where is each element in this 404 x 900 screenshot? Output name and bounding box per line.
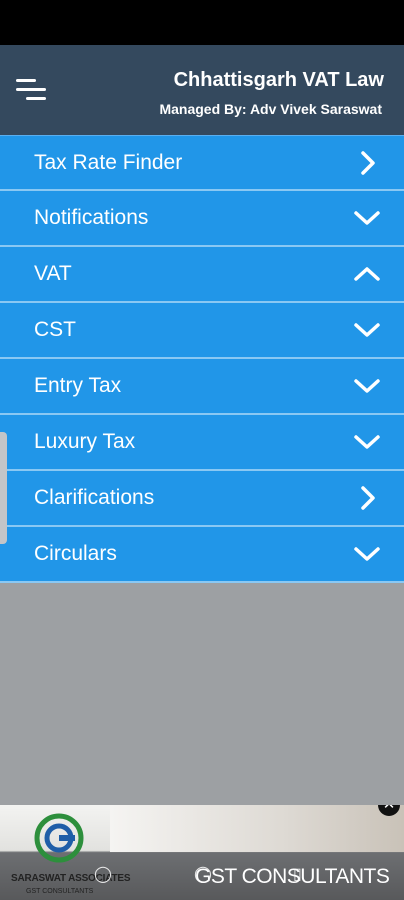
chevron-up-icon bbox=[352, 259, 382, 289]
chevron-down-icon bbox=[352, 539, 382, 569]
menu-item-label: Entry Tax bbox=[34, 374, 122, 397]
nav-recents-icon[interactable]: ◯ bbox=[94, 864, 112, 884]
ad-tagline-small: GST CONSULTANTS bbox=[26, 888, 94, 895]
menu-item-notifications[interactable]: Notifications bbox=[0, 191, 404, 247]
menu-item-clarifications[interactable]: Clarifications bbox=[0, 471, 404, 527]
menu-item-label: Notifications bbox=[34, 206, 149, 229]
chevron-down-icon bbox=[352, 427, 382, 457]
content-area: Tax Rate Finder Notifications VAT CST En bbox=[0, 135, 404, 805]
chevron-down-icon bbox=[352, 203, 382, 233]
chevron-right-icon bbox=[352, 148, 382, 178]
menu-item-label: Circulars bbox=[34, 542, 117, 565]
hamburger-icon[interactable] bbox=[10, 70, 52, 110]
menu-item-label: CST bbox=[34, 318, 76, 341]
menu-item-luxury-tax[interactable]: Luxury Tax bbox=[0, 415, 404, 471]
menu-item-label: Luxury Tax bbox=[34, 430, 136, 453]
menu-item-vat[interactable]: VAT bbox=[0, 247, 404, 303]
menu-item-label: VAT bbox=[34, 262, 72, 285]
nav-back-icon[interactable]: ▯ bbox=[293, 864, 302, 884]
app-subtitle: Managed By: Adv Vivek Saraswat bbox=[159, 101, 382, 117]
ad-logo bbox=[30, 808, 88, 870]
app-header: Chhattisgarh VAT Law Managed By: Adv Viv… bbox=[0, 45, 404, 135]
menu-item-tax-rate-finder[interactable]: Tax Rate Finder bbox=[0, 135, 404, 191]
chevron-down-icon bbox=[352, 315, 382, 345]
menu-item-label: Clarifications bbox=[34, 486, 155, 509]
menu-item-circulars[interactable]: Circulars bbox=[0, 527, 404, 583]
chevron-down-icon bbox=[352, 371, 382, 401]
menu-item-cst[interactable]: CST bbox=[0, 303, 404, 359]
ad-brand: SARASWAT ASSOCIATES bbox=[11, 873, 131, 884]
ad-banner[interactable]: SARASWAT ASSOCIATES GST CONSULTANTS GST … bbox=[0, 805, 404, 900]
status-bar bbox=[0, 0, 404, 45]
menu-item-entry-tax[interactable]: Entry Tax bbox=[0, 359, 404, 415]
side-drawer-handle[interactable] bbox=[0, 432, 7, 544]
chevron-right-icon bbox=[352, 483, 382, 513]
ad-photo bbox=[110, 805, 404, 852]
app-title: Chhattisgarh VAT Law bbox=[173, 69, 384, 91]
nav-home-icon[interactable]: ◯ bbox=[194, 864, 212, 884]
menu-list: Tax Rate Finder Notifications VAT CST En bbox=[0, 135, 404, 583]
menu-item-label: Tax Rate Finder bbox=[34, 150, 183, 174]
